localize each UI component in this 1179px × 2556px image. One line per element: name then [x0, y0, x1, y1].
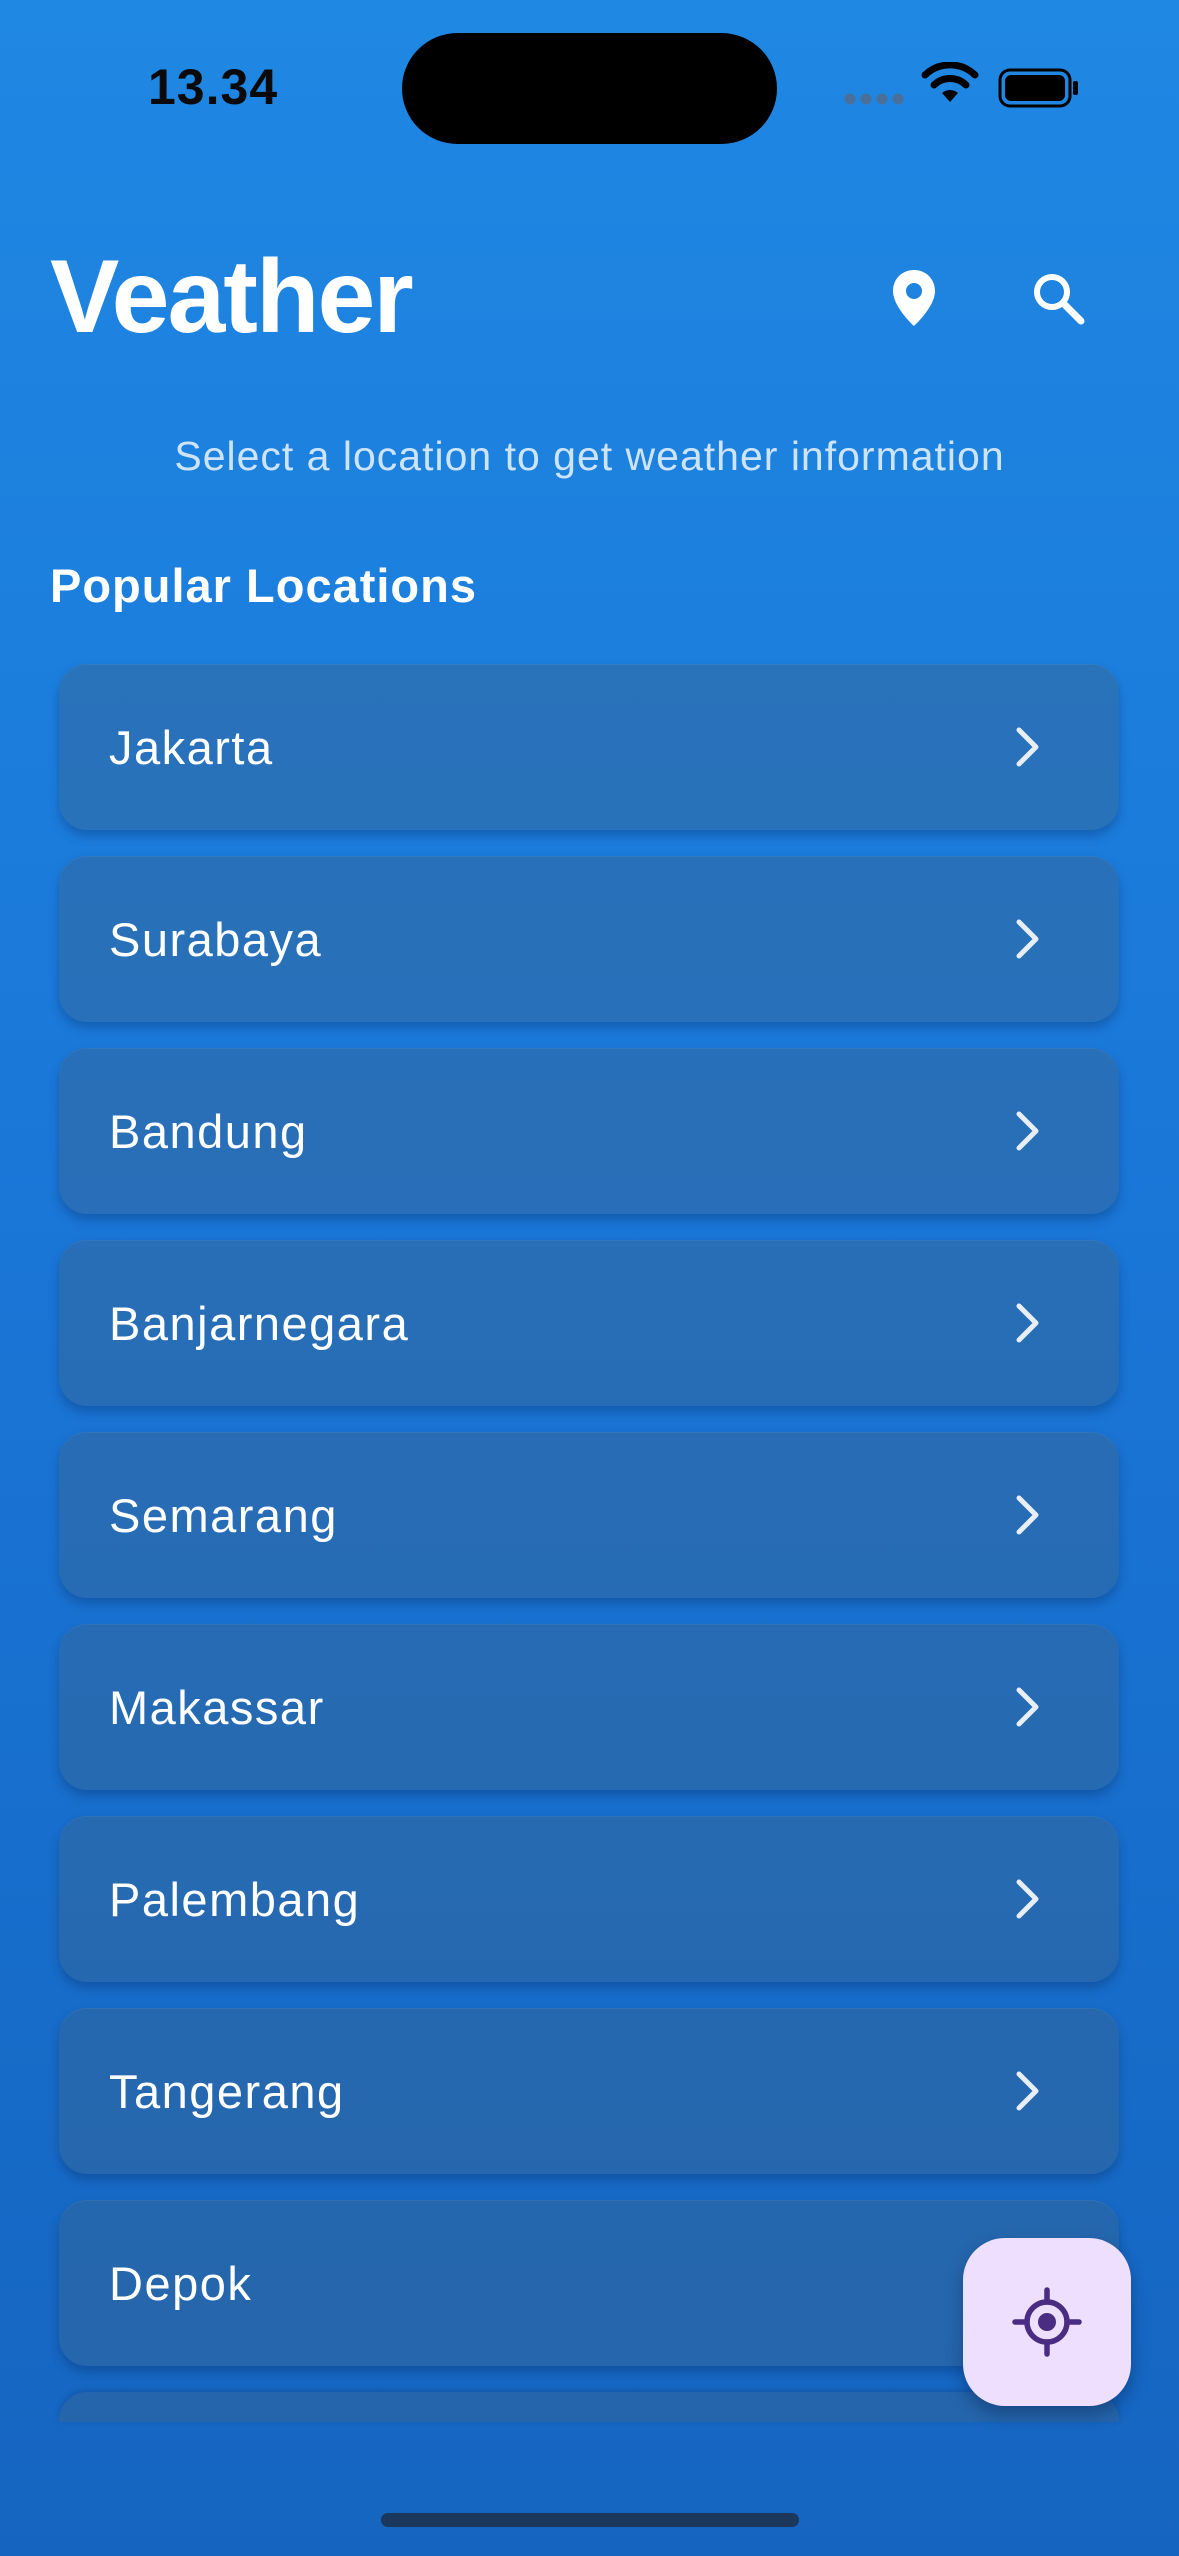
signal-icon: [844, 93, 904, 105]
chevron-right-icon: [1016, 1303, 1039, 1343]
location-name: Tangerang: [109, 2064, 345, 2118]
status-bar: 13.34: [0, 0, 1179, 150]
location-name: Bandung: [109, 1104, 308, 1158]
location-card-banjarnegara[interactable]: Banjarnegara: [59, 1240, 1119, 1406]
wifi-icon: [921, 62, 979, 102]
location-list: Jakarta Surabaya Bandung Banjarnegara Se…: [59, 664, 1119, 2422]
app-title: Veather: [50, 239, 414, 355]
location-name: Semarang: [109, 1488, 338, 1542]
location-card-bandung[interactable]: Bandung: [59, 1048, 1119, 1214]
chevron-right-icon: [1016, 1111, 1039, 1151]
my-location-fab[interactable]: [963, 2238, 1131, 2406]
status-time: 13.34: [148, 59, 279, 115]
chevron-right-icon: [1016, 1879, 1039, 1919]
location-card-depok[interactable]: Depok: [59, 2200, 1119, 2366]
section-title: Popular Locations: [50, 559, 477, 612]
battery-icon: [998, 68, 1078, 108]
chevron-right-icon: [1016, 2071, 1039, 2111]
subtitle: Select a location to get weather informa…: [174, 433, 1005, 479]
chevron-right-icon: [1016, 1687, 1039, 1727]
search-button[interactable]: [1010, 250, 1106, 346]
home-indicator: [381, 2513, 799, 2527]
chevron-right-icon: [1016, 1495, 1039, 1535]
location-pin-icon: [893, 270, 935, 326]
location-card-makassar[interactable]: Makassar: [59, 1624, 1119, 1790]
location-name: Makassar: [109, 1680, 325, 1734]
chevron-right-icon: [1016, 727, 1039, 767]
dynamic-island: [402, 33, 777, 144]
location-card-jakarta[interactable]: Jakarta: [59, 664, 1119, 830]
location-button[interactable]: [866, 250, 962, 346]
location-name: Surabaya: [109, 912, 323, 966]
location-card-tangerang[interactable]: Tangerang: [59, 2008, 1119, 2174]
location-name: Banjarnegara: [109, 1296, 410, 1350]
location-name: Jakarta: [109, 720, 274, 774]
location-card-partial[interactable]: [59, 2392, 1119, 2422]
location-name: Palembang: [109, 1872, 361, 1926]
search-icon: [1034, 274, 1085, 325]
my-location-icon: [1012, 2287, 1082, 2357]
location-name: Depok: [109, 2256, 253, 2310]
location-card-semarang[interactable]: Semarang: [59, 1432, 1119, 1598]
location-card-surabaya[interactable]: Surabaya: [59, 856, 1119, 1022]
location-card-palembang[interactable]: Palembang: [59, 1816, 1119, 1982]
chevron-right-icon: [1016, 919, 1039, 959]
